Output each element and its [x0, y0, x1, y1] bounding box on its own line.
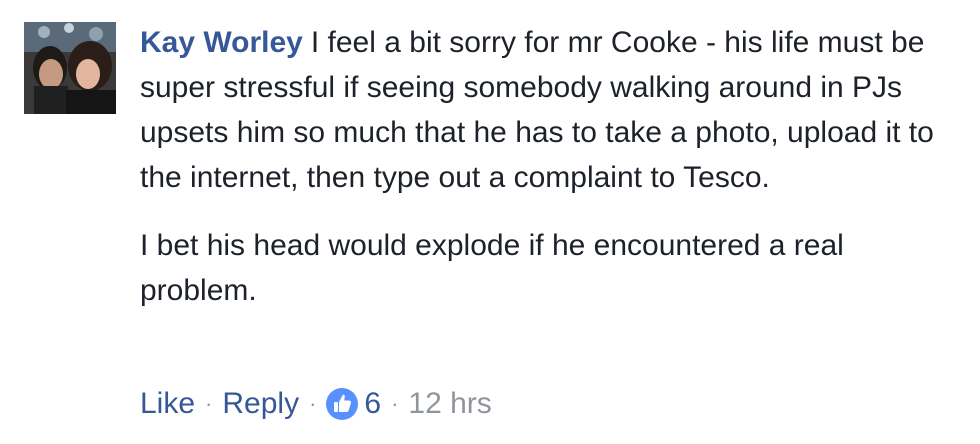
comment-paragraph-1: Kay Worley I feel a bit sorry for mr Cook…	[140, 20, 960, 200]
reply-link[interactable]: Reply	[222, 387, 299, 421]
separator: ·	[391, 391, 399, 416]
avatar[interactable]	[24, 22, 116, 114]
comment: Kay Worley I feel a bit sorry for mr Cook…	[0, 0, 980, 444]
separator: ·	[309, 391, 317, 416]
comment-body: Kay Worley I feel a bit sorry for mr Cook…	[140, 20, 960, 313]
timestamp[interactable]: 12 hrs	[408, 387, 491, 421]
profile-photo-icon	[24, 22, 116, 114]
author-name[interactable]: Kay Worley	[140, 26, 303, 59]
separator: ·	[205, 391, 213, 416]
comment-paragraph-2: I bet his head would explode if he encou…	[140, 229, 844, 307]
reaction-count-badge[interactable]: 6	[326, 387, 381, 421]
comment-actions: Like · Reply · 6 · 12 hrs	[140, 384, 492, 424]
like-link[interactable]: Like	[140, 387, 195, 421]
reaction-count: 6	[364, 387, 382, 420]
thumbs-up-icon	[326, 388, 359, 420]
